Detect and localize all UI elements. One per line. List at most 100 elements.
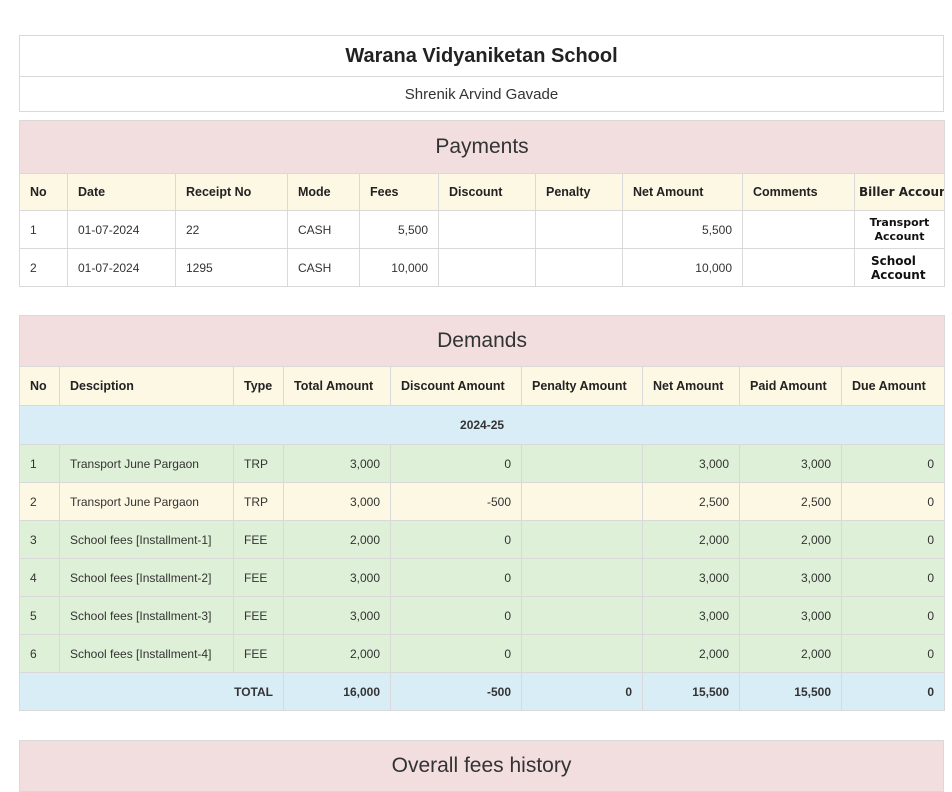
cell-total-amount: 3,000 [283,558,391,597]
cell-discount-amount: 0 [390,520,522,559]
cell-net-amount: 2,500 [642,482,740,521]
col-mode: Mode [287,173,360,211]
cell-discount-amount: 0 [390,444,522,483]
cell-description: School fees [Installment-3] [59,596,234,635]
cell-due-amount: 0 [840,596,946,635]
cell-paid-amount: 3,000 [739,596,842,635]
cell-biller: Transport Account [854,210,945,249]
demand-row: 4 School fees [Installment-2] FEE 3,000 0 3,0… [19,558,946,597]
cell-penalty-amount [521,596,643,635]
demands-title: Demands [18,315,946,367]
cell-discount-amount: 0 [390,634,522,673]
payment-row: 2 01-07-2024 1295 CASH 10,000 10,000 Sch… [19,248,945,287]
col-receipt-no: Receipt No [175,173,288,211]
col-discount: Discount [438,173,536,211]
cell-description: School fees [Installment-4] [59,634,234,673]
total-penalty-amount: 0 [521,672,643,711]
demand-row: 6 School fees [Installment-4] FEE 2,000 0 2,0… [19,634,946,673]
cell-date: 01-07-2024 [67,210,176,249]
cell-no: 2 [19,482,60,521]
cell-net: 5,500 [622,210,743,249]
cell-receipt: 1295 [175,248,288,287]
fees-history-title: Overall fees history [19,740,944,792]
cell-description: School fees [Installment-2] [59,558,234,597]
total-paid-amount: 15,500 [739,672,842,711]
cell-type: FEE [233,634,284,673]
cell-penalty-amount [521,520,643,559]
col-type: Type [233,366,284,406]
col-no: No [19,366,60,406]
cell-penalty-amount [521,444,643,483]
cell-due-amount: 0 [840,558,946,597]
academic-year: 2024-25 [18,405,946,445]
cell-penalty-amount [521,558,643,597]
col-penalty-amount: Penalty Amount [521,366,643,406]
cell-discount-amount: 0 [390,596,522,635]
student-name: Shrenik Arvind Gavade [19,76,944,112]
cell-discount-amount: 0 [390,558,522,597]
cell-type: FEE [233,596,284,635]
col-due-amount: Due Amount [840,366,946,406]
cell-total-amount: 3,000 [283,596,391,635]
cell-penalty [535,210,623,249]
cell-date: 01-07-2024 [67,248,176,287]
total-label: TOTAL [19,672,284,711]
col-paid-amount: Paid Amount [739,366,842,406]
col-no: No [19,173,68,211]
cell-no: 1 [19,444,60,483]
cell-mode: CASH [287,248,360,287]
col-net-amount: Net Amount [622,173,743,211]
cell-biller: School Account [854,248,945,287]
cell-type: FEE [233,520,284,559]
col-total-amount: Total Amount [283,366,391,406]
col-biller-account: Biller Account [854,173,945,211]
cell-discount-amount: -500 [390,482,522,521]
total-due-amount: 0 [840,672,946,711]
cell-description: Transport June Pargaon [59,482,234,521]
cell-paid-amount: 2,000 [739,634,842,673]
cell-total-amount: 3,000 [283,444,391,483]
cell-paid-amount: 3,000 [739,558,842,597]
cell-discount [438,210,536,249]
col-date: Date [67,173,176,211]
cell-type: FEE [233,558,284,597]
cell-net-amount: 3,000 [642,444,740,483]
cell-comments [742,210,855,249]
cell-total-amount: 2,000 [283,634,391,673]
demand-row: 1 Transport June Pargaon TRP 3,000 0 3,000 3,0… [19,444,946,483]
payments-table: Payments No Date Receipt No Mode Fees Di… [19,120,945,287]
cell-net-amount: 3,000 [642,596,740,635]
total-row: TOTAL 16,000 -500 0 15,500 15,500 0 [19,672,946,711]
col-discount-amount: Discount Amount [390,366,522,406]
fees-history-table: Overall fees history [19,740,944,792]
cell-type: TRP [233,444,284,483]
cell-due-amount: 0 [840,634,946,673]
payment-row: 1 01-07-2024 22 CASH 5,500 5,500 Transpo… [19,210,945,249]
total-total-amount: 16,000 [283,672,391,711]
cell-total-amount: 2,000 [283,520,391,559]
cell-no: 1 [19,210,68,249]
cell-comments [742,248,855,287]
cell-fees: 10,000 [359,248,439,287]
cell-net: 10,000 [622,248,743,287]
cell-paid-amount: 3,000 [739,444,842,483]
cell-due-amount: 0 [840,444,946,483]
col-fees: Fees [359,173,439,211]
demand-row: 2 Transport June Pargaon TRP 3,000 -500 2,500… [19,482,946,521]
cell-due-amount: 0 [840,520,946,559]
cell-total-amount: 3,000 [283,482,391,521]
payments-title: Payments [19,120,945,174]
cell-no: 5 [19,596,60,635]
cell-paid-amount: 2,000 [739,520,842,559]
cell-discount [438,248,536,287]
cell-no: 4 [19,558,60,597]
cell-penalty-amount [521,634,643,673]
cell-no: 2 [19,248,68,287]
total-discount-amount: -500 [390,672,522,711]
cell-receipt: 22 [175,210,288,249]
cell-penalty-amount [521,482,643,521]
cell-description: School fees [Installment-1] [59,520,234,559]
cell-fees: 5,500 [359,210,439,249]
col-penalty: Penalty [535,173,623,211]
cell-net-amount: 2,000 [642,634,740,673]
